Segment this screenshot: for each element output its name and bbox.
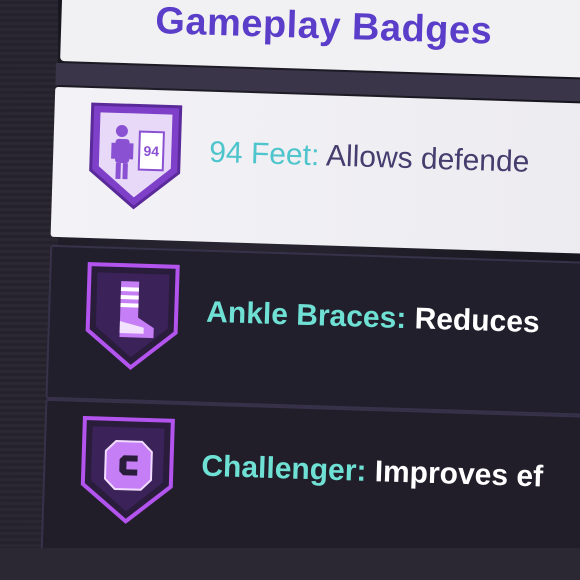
- badge-row-challenger[interactable]: Challenger: Improves ef: [40, 398, 580, 572]
- ankle-brace-badge-icon: [85, 262, 180, 370]
- screen: Gameplay Badges 94 94 Feet: Allows defen…: [0, 0, 580, 580]
- badge-text: 94 Feet: Allows defende: [209, 136, 530, 180]
- page-title: Gameplay Badges: [154, 0, 493, 53]
- badge-row-ankle-braces[interactable]: Ankle Braces: Reduces: [45, 244, 580, 418]
- badge-row-94-feet[interactable]: 94 94 Feet: Allows defende: [50, 86, 580, 256]
- badge-name: Ankle Braces: [205, 295, 397, 335]
- svg-text:94: 94: [143, 143, 159, 159]
- badge-description: Improves ef: [365, 454, 544, 494]
- badge-name: Challenger: [200, 449, 357, 488]
- badge-name: 94 Feet: [208, 135, 312, 172]
- badge-text: Challenger: Improves ef: [201, 450, 544, 495]
- challenger-badge-icon: [80, 415, 175, 524]
- bottom-frame: [0, 548, 580, 580]
- badge-text: Ankle Braces: Reduces: [206, 296, 540, 340]
- defender-badge-icon: 94: [89, 102, 183, 210]
- badge-description: Allows defende: [318, 139, 530, 179]
- badges-panel: Gameplay Badges 94 94 Feet: Allows defen…: [10, 0, 580, 579]
- badge-description: Reduces: [405, 302, 541, 340]
